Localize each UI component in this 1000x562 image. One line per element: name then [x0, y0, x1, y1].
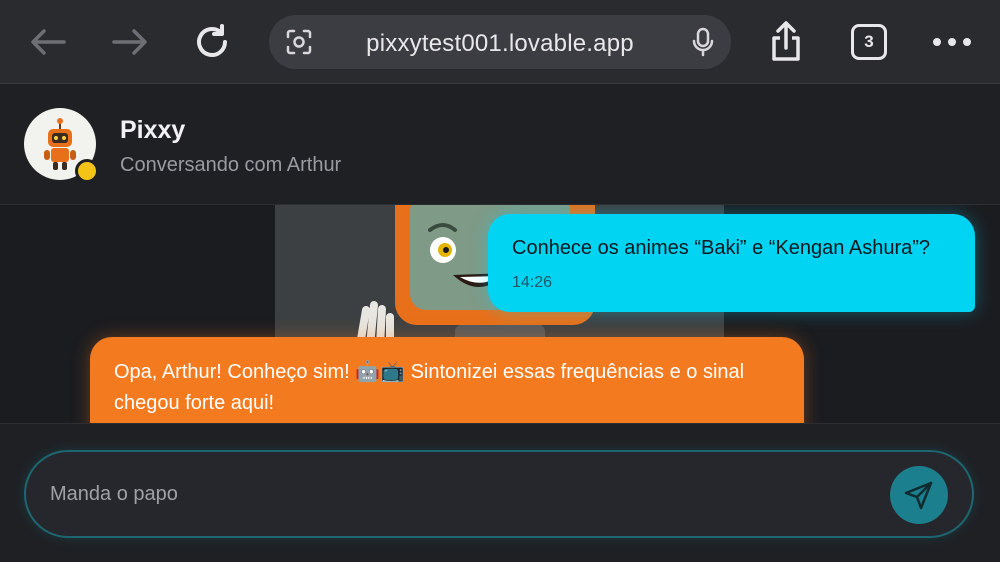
- forward-arrow-icon[interactable]: [108, 20, 152, 64]
- online-status-dot: [75, 159, 99, 183]
- bot-name: Pixxy: [120, 116, 186, 144]
- send-icon: [904, 481, 933, 510]
- send-button[interactable]: [890, 466, 948, 524]
- address-bar[interactable]: pixxytest001.lovable.app: [269, 15, 731, 69]
- message-composer: [24, 450, 974, 538]
- back-arrow-icon[interactable]: [26, 20, 70, 64]
- message-bubble-user: Conhece os animes “Baki” e “Kengan Ashur…: [488, 214, 975, 312]
- tabs-count-button[interactable]: 3: [851, 24, 887, 60]
- message-time: 14:26: [512, 274, 553, 291]
- message-text: Opa, Arthur! Conheço sim! 🤖📺 Sintonizei …: [114, 361, 745, 414]
- reload-icon[interactable]: [190, 20, 234, 64]
- message-bubble-bot: Opa, Arthur! Conheço sim! 🤖📺 Sintonizei …: [90, 337, 804, 423]
- chat-header: Pixxy Conversando com Arthur: [0, 84, 1000, 205]
- url-text: pixxytest001.lovable.app: [366, 30, 634, 57]
- more-icon[interactable]: [930, 20, 974, 64]
- share-icon[interactable]: [764, 20, 808, 64]
- message-text: Conhece os animes “Baki” e “Kengan Ashur…: [512, 237, 931, 259]
- chat-messages[interactable]: Conhece os animes “Baki” e “Kengan Ashur…: [0, 205, 1000, 423]
- chat-subtitle: Conversando com Arthur: [120, 154, 342, 176]
- composer-bar: [0, 423, 1000, 562]
- message-input[interactable]: [50, 474, 870, 514]
- browser-toolbar: pixxytest001.lovable.app 3: [0, 0, 1000, 84]
- mic-icon[interactable]: [691, 27, 715, 57]
